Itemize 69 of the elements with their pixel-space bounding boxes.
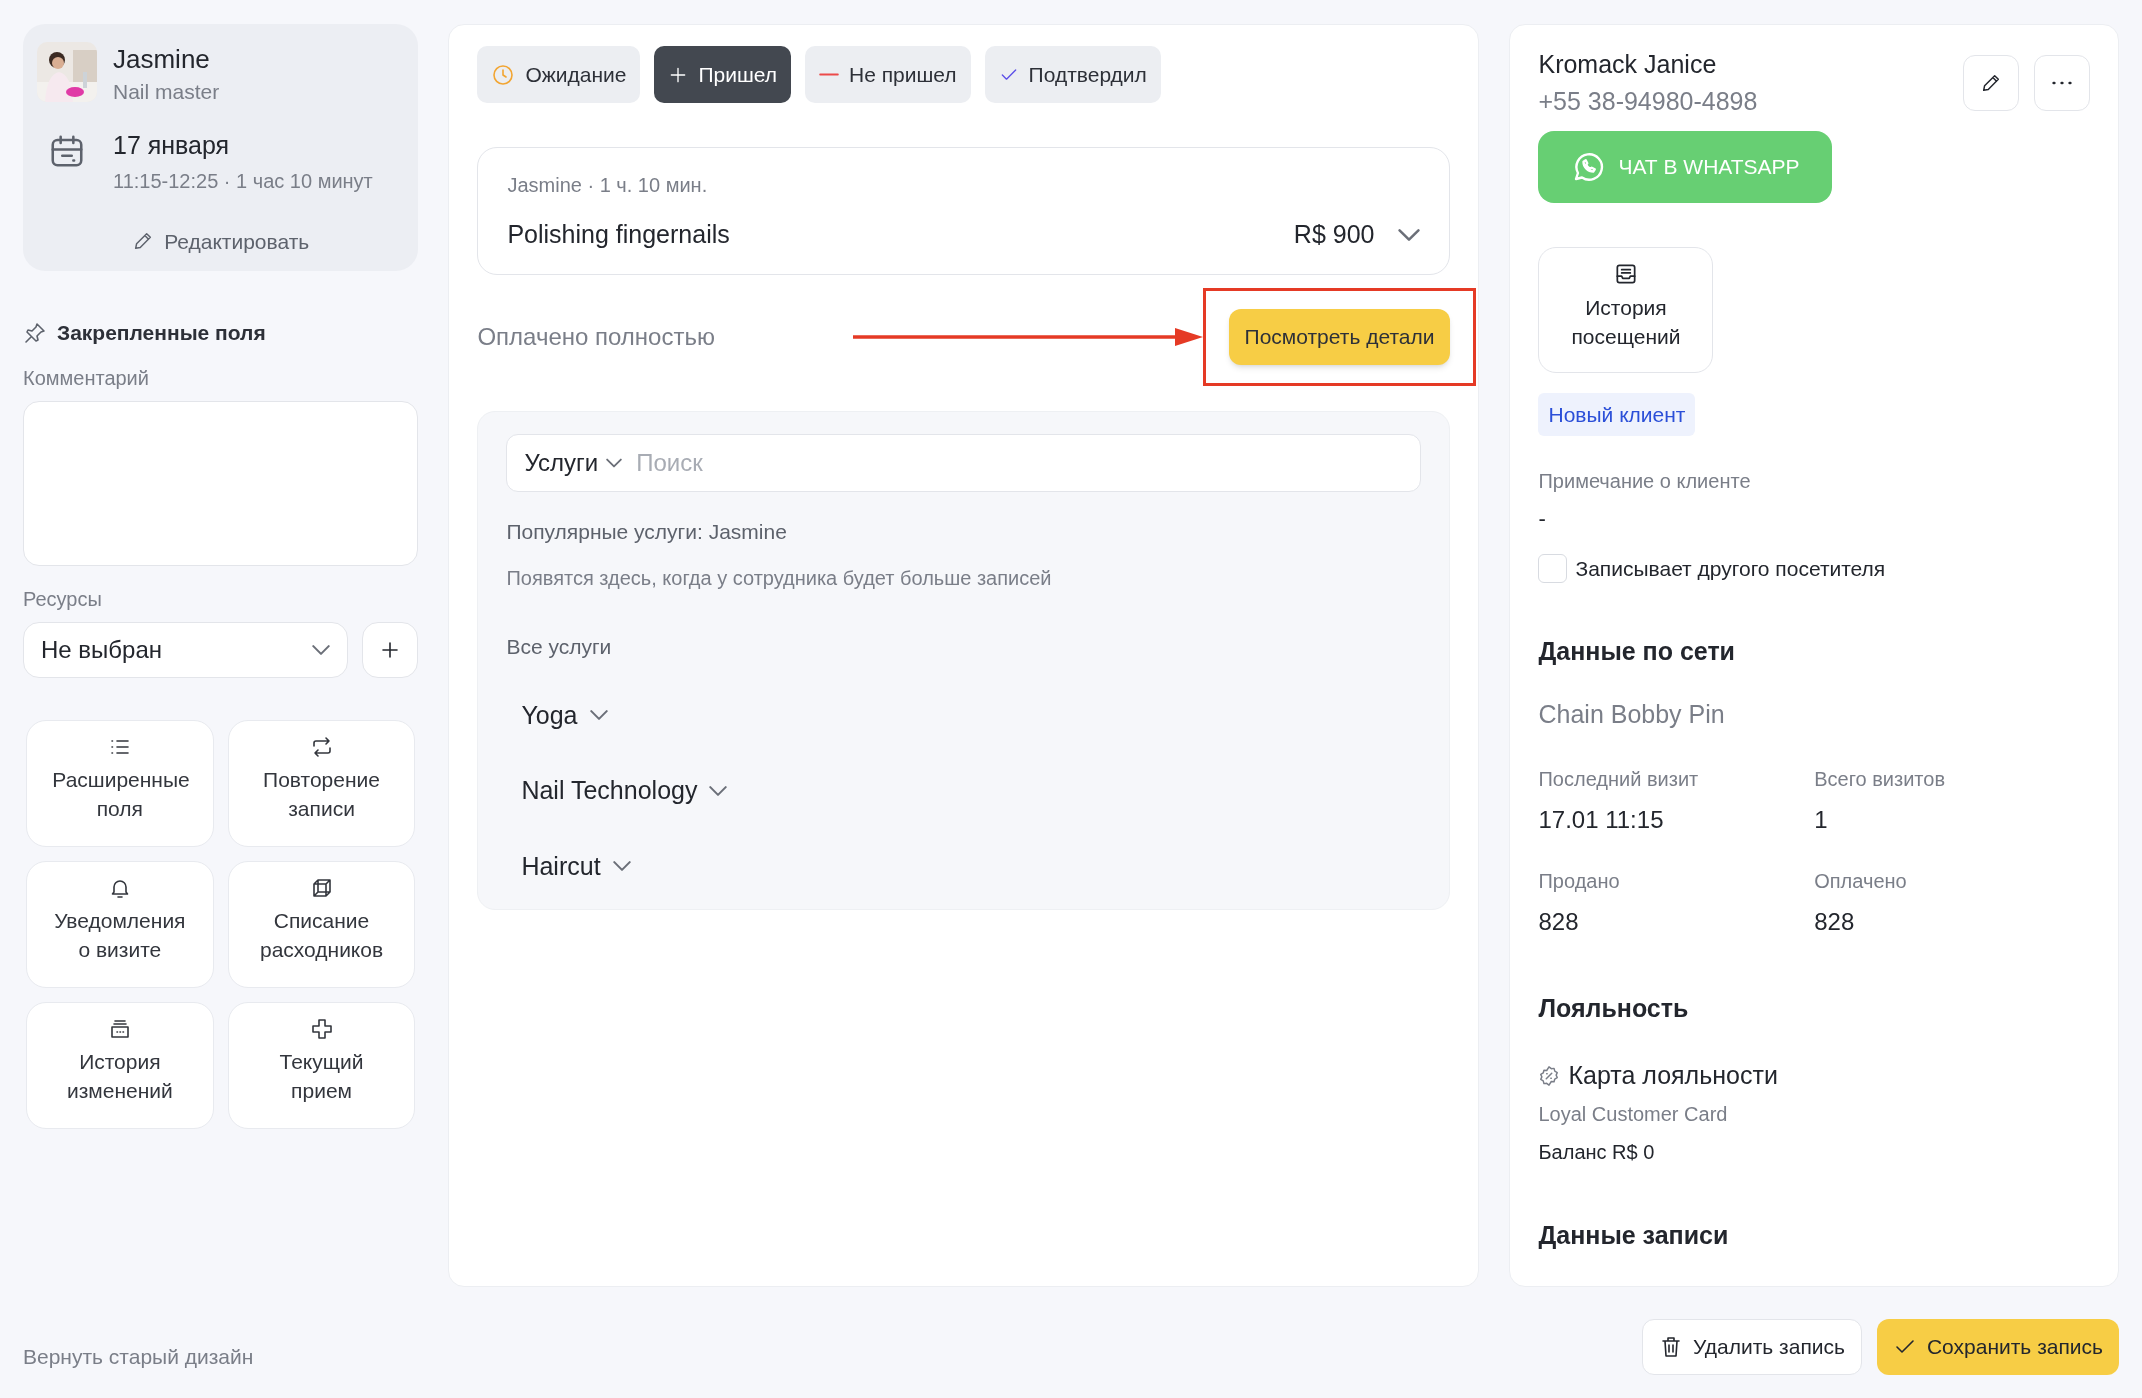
pin-icon xyxy=(23,320,47,345)
more-button[interactable] xyxy=(2034,55,2090,111)
section-title: Закрепленные поля xyxy=(57,320,266,346)
section-title: Данные по сети xyxy=(1538,635,1736,667)
stat-label: Всего визитов xyxy=(1814,766,1947,792)
loyalty-card-title: Карта лояльности xyxy=(1568,1060,1778,1091)
popular-title: Популярные услуги: Jasmine xyxy=(506,518,788,545)
staff-name: Jasmine xyxy=(113,43,211,76)
category-item[interactable]: Nail Technology xyxy=(521,772,728,810)
note-label: Примечание о клиенте xyxy=(1538,469,1752,494)
resources-select[interactable]: Не выбран xyxy=(23,621,349,678)
appointment-time: 11:15-12:25 · 1 час 10 минут xyxy=(113,168,373,194)
status-tab[interactable]: Пришел xyxy=(654,46,792,103)
section-title: Лояльность xyxy=(1538,992,1690,1024)
section-title: Данные записи xyxy=(1538,1219,1730,1251)
appointment-date: 17 января xyxy=(113,129,231,161)
clock-icon xyxy=(491,62,516,87)
action-tile[interactable]: Уведомления о визите xyxy=(26,860,214,988)
edit-link[interactable]: Редактировать xyxy=(132,225,310,257)
cross-icon xyxy=(309,1016,334,1041)
note-value: - xyxy=(1538,505,1546,533)
delete-button[interactable]: Удалить запись xyxy=(1642,1319,1862,1375)
loyalty-card-name: Loyal Customer Card xyxy=(1538,1101,1729,1127)
action-tile[interactable]: Текущий прием xyxy=(227,1001,416,1129)
add-resource-button[interactable] xyxy=(362,621,419,678)
popular-hint: Появятся здесь, когда у сотрудника будет больше записей xyxy=(506,566,1053,591)
edit-button[interactable] xyxy=(1963,55,2019,111)
loyalty-balance: Баланс R$ 0 xyxy=(1538,1139,1656,1165)
visit-history-tile[interactable]: История посещений xyxy=(1538,246,1714,373)
service-meta: Jasmine · 1 ч. 10 мин. xyxy=(507,173,709,198)
staff-role: Nail master xyxy=(113,79,220,105)
checkbox[interactable] xyxy=(1538,554,1568,584)
save-button[interactable]: Сохранить запись xyxy=(1876,1319,2119,1375)
chain-name: Chain Bobby Pin xyxy=(1538,699,1726,730)
client-name: Kromack Janice xyxy=(1538,49,1718,80)
minus-icon xyxy=(819,73,840,76)
stat-label: Последний визит xyxy=(1538,766,1700,792)
discount-badge-icon xyxy=(1538,1064,1561,1087)
category-item[interactable]: Haircut xyxy=(521,847,631,885)
old-design-link[interactable]: Вернуть старый дизайн xyxy=(23,1340,254,1372)
action-tile[interactable]: Повторение записи xyxy=(227,719,416,847)
view-details-button[interactable]: Посмотреть детали xyxy=(1228,308,1451,365)
more-icon xyxy=(2052,81,2072,85)
status-tab[interactable]: Не пришел xyxy=(805,46,971,103)
stat-value: 828 xyxy=(1814,906,1856,937)
field-label: Ресурсы xyxy=(23,586,103,612)
action-tile[interactable]: История изменений xyxy=(26,1001,214,1129)
stat-value: 828 xyxy=(1538,906,1580,937)
stat-label: Оплачено xyxy=(1814,868,1908,894)
service-search-field[interactable]: Услуги Поиск xyxy=(506,433,1422,492)
category-item[interactable]: Yoga xyxy=(521,696,608,734)
client-badge: Новый клиент xyxy=(1538,392,1696,436)
action-tile[interactable]: Списание расходников xyxy=(227,860,416,988)
stat-value: 1 xyxy=(1814,804,1829,835)
category-select[interactable]: Услуги xyxy=(524,444,623,481)
stat-value: 17.01 11:15 xyxy=(1538,804,1665,835)
action-tile[interactable]: Расширенные поля xyxy=(26,719,214,847)
field-label: Комментарий xyxy=(23,365,150,391)
client-phone: +55 38-94980-4898 xyxy=(1538,86,1759,117)
status-tab[interactable]: Подтвердил xyxy=(984,46,1161,103)
pencil-icon xyxy=(1980,72,2002,94)
service-price: R$ 900 xyxy=(1293,219,1375,250)
all-services-title: Все услуги xyxy=(506,634,613,660)
comment-field[interactable] xyxy=(23,400,419,566)
checkbox-label: Записывает другого посетителя xyxy=(1575,556,1886,582)
payment-status: Оплачено полностью xyxy=(477,321,715,352)
service-name: Polishing fingernails xyxy=(507,219,731,250)
stat-label: Продано xyxy=(1538,868,1621,894)
status-tab[interactable]: Ожидание xyxy=(477,46,641,103)
